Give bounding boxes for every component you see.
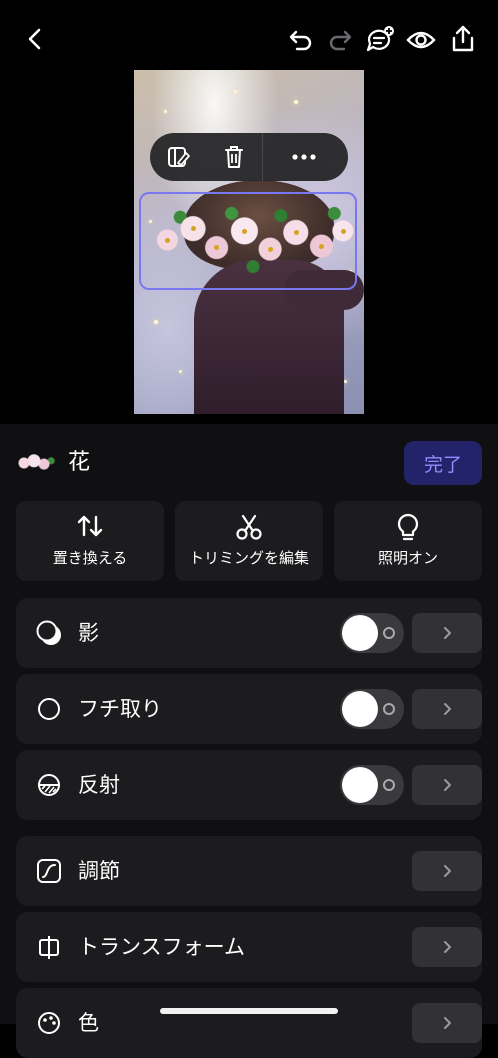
chat-sparkle-icon: [366, 26, 394, 52]
top-bar: [0, 0, 498, 80]
chevron-right-icon: [444, 941, 451, 953]
floating-toolbar: [150, 133, 348, 181]
chevron-right-icon: [444, 703, 451, 715]
undo-icon: [289, 30, 312, 51]
reflection-icon: [36, 772, 62, 798]
chevron-right-icon: [444, 1017, 451, 1029]
lighting-label: 照明オン: [377, 549, 438, 567]
palette-icon: [36, 1010, 62, 1036]
shadow-icon: [36, 620, 62, 646]
home-indicator: [160, 1008, 338, 1014]
transform-row[interactable]: トランスフォーム: [16, 912, 482, 982]
reflection-detail-button[interactable]: [412, 765, 482, 805]
chevron-right-icon: [444, 627, 451, 639]
color-row[interactable]: 色: [16, 988, 482, 1058]
outline-circle-icon: [36, 696, 62, 722]
chevron-right-icon: [444, 865, 451, 877]
layer-title: 花: [68, 450, 91, 475]
redo-button[interactable]: [325, 25, 355, 55]
reflection-row[interactable]: 反射: [16, 750, 482, 820]
chevron-right-icon: [444, 779, 451, 791]
transform-label: トランスフォーム: [78, 935, 245, 959]
color-label: 色: [78, 1011, 99, 1035]
delete-button[interactable]: [220, 143, 248, 171]
more-dots-icon: [292, 154, 316, 160]
color-detail-button[interactable]: [412, 1003, 482, 1043]
outline-detail-button[interactable]: [412, 689, 482, 729]
redo-icon: [329, 30, 352, 51]
lightbulb-icon: [334, 513, 482, 541]
eye-icon: [406, 31, 436, 49]
scissors-icon: [175, 513, 323, 541]
share-button[interactable]: [448, 23, 478, 55]
back-button[interactable]: [20, 24, 50, 54]
chevron-left-icon: [28, 28, 41, 50]
shadow-label: 影: [78, 621, 99, 645]
adjust-curve-icon: [36, 858, 62, 884]
trash-icon: [225, 146, 243, 168]
lighting-button[interactable]: 照明オン: [334, 501, 482, 581]
ai-chat-button[interactable]: [364, 24, 396, 56]
edit-trim-button[interactable]: トリミングを編集: [175, 501, 323, 581]
outline-toggle[interactable]: [340, 689, 404, 729]
transform-icon: [36, 934, 62, 960]
swap-icon: [16, 513, 164, 541]
selection-frame[interactable]: [139, 192, 357, 290]
share-icon: [452, 25, 474, 52]
edit-layer-icon: [168, 147, 190, 167]
layer-thumbnail: [16, 452, 56, 474]
undo-button[interactable]: [286, 25, 316, 55]
adjust-row[interactable]: 調節: [16, 836, 482, 906]
replace-label: 置き換える: [52, 549, 128, 567]
shadow-row[interactable]: 影: [16, 598, 482, 668]
outline-label: フチ取り: [78, 697, 162, 721]
preview-button[interactable]: [405, 25, 437, 55]
adjust-detail-button[interactable]: [412, 851, 482, 891]
done-button[interactable]: 完了: [404, 441, 482, 485]
adjust-label: 調節: [78, 859, 120, 883]
shadow-toggle[interactable]: [340, 613, 404, 653]
layer-style-button[interactable]: [164, 143, 192, 171]
reflection-toggle[interactable]: [340, 765, 404, 805]
outline-row[interactable]: フチ取り: [16, 674, 482, 744]
edit-trim-label: トリミングを編集: [188, 549, 309, 567]
reflection-label: 反射: [78, 773, 120, 797]
transform-detail-button[interactable]: [412, 927, 482, 967]
replace-button[interactable]: 置き換える: [16, 501, 164, 581]
shadow-detail-button[interactable]: [412, 613, 482, 653]
more-button[interactable]: [286, 143, 322, 171]
